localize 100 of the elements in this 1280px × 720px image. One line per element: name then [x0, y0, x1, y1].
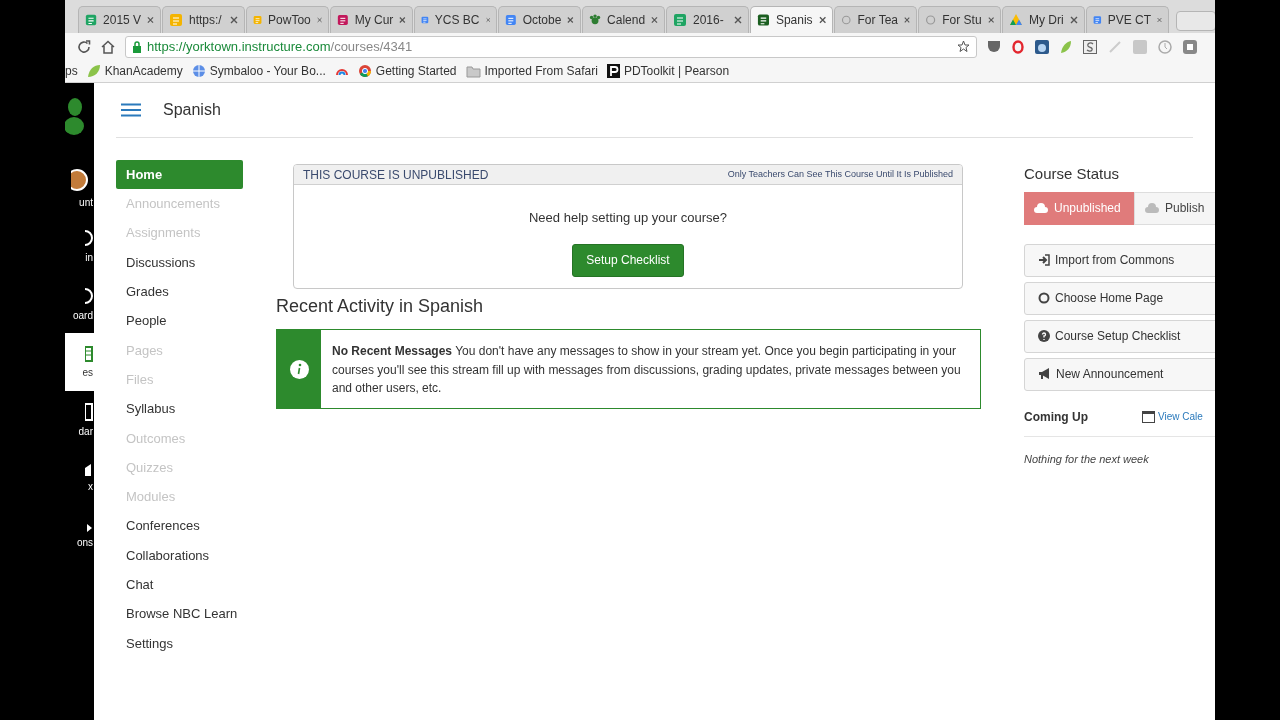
recent-activity-heading: Recent Activity in Spanish	[276, 295, 485, 317]
course-action-button[interactable]: New Announcement	[1024, 357, 1215, 391]
browser-tab[interactable]: Octobe	[498, 6, 581, 33]
extension-icon[interactable]	[1083, 39, 1097, 54]
tab-title: PVE CT	[1107, 12, 1152, 29]
close-icon[interactable]	[567, 16, 574, 24]
browser-tab[interactable]: 2016-	[666, 6, 749, 33]
alert-message: No Recent Messages You don't have any messages to show in your stream yet. Once you begin participating in your courses you'll see this stream fill up with messages from discussions, grading updates, private messages between you and other users, etc.	[331, 343, 962, 397]
home-icon[interactable]	[101, 39, 115, 54]
bookmark-link[interactable]: KhanAcademy	[104, 62, 183, 80]
pocket-icon[interactable]	[987, 40, 1001, 53]
global-nav-label: x	[88, 482, 93, 492]
bookmark-link[interactable]: PDToolkit | Pearson	[623, 62, 730, 80]
course-nav-link[interactable]: Chat	[116, 570, 243, 600]
extension-icon[interactable]	[1183, 39, 1197, 54]
global-nav-label: oard	[73, 311, 93, 321]
tab-favicon-icon	[757, 13, 770, 27]
inbox-icon	[85, 464, 93, 476]
global-nav-label: unt	[79, 198, 93, 208]
extension-icon[interactable]	[1035, 39, 1049, 54]
setup-checklist-button[interactable]: Setup Checklist	[572, 243, 684, 277]
coming-up-heading: Coming Up	[1024, 408, 1089, 426]
close-icon[interactable]	[734, 16, 742, 24]
browser-tab[interactable]: My Cur	[330, 6, 413, 33]
close-icon[interactable]	[147, 16, 154, 24]
course-nav-link[interactable]: Syllabus	[116, 394, 243, 424]
bookmark-link[interactable]: Getting Started	[375, 62, 457, 80]
document-icon	[1093, 13, 1102, 27]
course-action-button[interactable]: Import from Commons	[1024, 243, 1215, 277]
tab-title: Octobe	[522, 12, 562, 29]
panel-note: Only Teachers Can See This Course Until It Is Published	[727, 167, 953, 181]
bookmark-link[interactable]: Symbaloo - Your Bo...	[209, 62, 326, 80]
close-icon[interactable]	[651, 16, 658, 24]
logo-icon	[65, 97, 85, 137]
book-icon	[85, 346, 93, 362]
spreadsheet-icon	[85, 13, 98, 27]
course-nav-link[interactable]: People	[116, 306, 243, 336]
close-icon[interactable]	[904, 16, 910, 24]
bookmark-link[interactable]: ps	[65, 62, 78, 80]
leaf-icon	[86, 64, 101, 78]
browser-tab[interactable]: Spanis	[750, 6, 833, 33]
megaphone-icon	[1038, 368, 1051, 380]
close-icon[interactable]	[399, 16, 406, 24]
global-nav-label: in	[85, 253, 93, 263]
loading-icon	[841, 13, 852, 27]
close-icon[interactable]	[1070, 16, 1078, 24]
browser-tab[interactable]: PVE CT	[1086, 6, 1169, 33]
course-action-button[interactable]: Choose Home Page	[1024, 281, 1215, 315]
tab-title: For Tea	[857, 12, 898, 29]
target-icon	[1038, 292, 1050, 304]
publish-status-button[interactable]: Publish	[1134, 191, 1215, 225]
tab-favicon-icon	[253, 13, 263, 27]
coming-up-empty: Nothing for the next week	[1024, 451, 1150, 467]
global-nav-item[interactable]: es	[65, 333, 94, 391]
course-nav-link[interactable]: Discussions	[116, 247, 243, 278]
course-nav-link[interactable]: Settings	[116, 628, 243, 659]
tab-title: YCS BC	[434, 12, 480, 29]
close-icon[interactable]	[230, 16, 238, 24]
bookmark-link[interactable]: Imported From Safari	[484, 62, 598, 80]
import-icon	[1038, 254, 1050, 266]
tab-title: Calend	[607, 12, 646, 29]
calendar-icon	[1142, 410, 1155, 423]
view-calendar-link[interactable]: View Cale	[1158, 409, 1203, 424]
close-icon[interactable]	[818, 16, 826, 24]
course-nav-link[interactable]: Grades	[116, 277, 243, 307]
course-status-heading: Course Status	[1024, 164, 1121, 184]
close-icon[interactable]	[987, 16, 994, 24]
browser-tab[interactable]: PowToo	[246, 6, 329, 33]
course-nav-link[interactable]: Home	[116, 160, 243, 190]
menu-icon[interactable]	[121, 103, 141, 117]
calendar-icon	[85, 403, 93, 421]
browser-tab[interactable]: For Tea	[834, 6, 917, 33]
course-action-button[interactable]: Course Setup Checklist	[1024, 319, 1215, 353]
o-logo-icon[interactable]	[1012, 39, 1024, 54]
chrome-icon	[357, 64, 372, 78]
global-nav-label: dar	[78, 427, 93, 437]
course-nav-link[interactable]: Collaborations	[116, 540, 243, 571]
help-question: Need help setting up your course?	[529, 209, 727, 227]
address-field[interactable]: https://yorktown.instructure.com/courses/4341	[125, 35, 977, 58]
course-title: Spanish	[163, 100, 221, 120]
tab-favicon-icon	[337, 13, 349, 27]
folder-icon	[465, 64, 481, 78]
tab-title: For Stu	[942, 12, 982, 29]
browser-tab[interactable]: Calend	[582, 6, 665, 33]
global-nav-label: ons	[76, 538, 93, 548]
question-icon	[1038, 330, 1050, 342]
course-nav-link[interactable]: Conferences	[116, 511, 243, 541]
reload-icon[interactable]	[77, 39, 91, 54]
browser-tab[interactable]: https:/	[162, 6, 245, 33]
paw-icon	[589, 13, 602, 27]
p-logo-icon	[606, 64, 620, 78]
browser-tab[interactable]: My Dri	[1002, 6, 1085, 33]
tab-title: Spanis	[775, 12, 813, 29]
course-nav-link[interactable]: Browse NBC Learn	[116, 599, 243, 629]
browser-tab[interactable]: YCS BC	[414, 6, 497, 33]
close-icon[interactable]	[316, 16, 322, 24]
browser-tab[interactable]: 2015 V	[78, 6, 161, 33]
star-icon[interactable]	[957, 40, 970, 53]
globe-icon	[191, 64, 206, 78]
browser-tab[interactable]: For Stu	[918, 6, 1001, 33]
